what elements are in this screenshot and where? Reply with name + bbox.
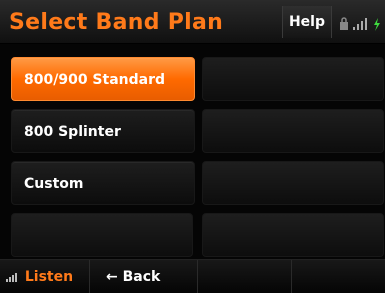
band-plan-option-custom[interactable]: Custom (11, 161, 195, 205)
listen-button[interactable]: Listen (0, 260, 90, 293)
empty-option-slot (202, 109, 384, 153)
battery-charge-icon (374, 18, 380, 31)
status-icon-group (340, 17, 380, 31)
signal-bars-icon (6, 273, 17, 282)
empty-option-slot (202, 161, 384, 205)
page-title: Select Band Plan (9, 10, 224, 35)
bottom-bar: Listen ← Back (0, 259, 385, 293)
band-plan-option-800-900-standard[interactable]: 800/900 Standard (11, 57, 195, 101)
empty-softkey (198, 260, 292, 293)
empty-option-slot (11, 213, 193, 257)
help-button[interactable]: Help (282, 6, 332, 38)
lock-icon (340, 17, 348, 30)
title-bar: Select Band Plan Help (0, 0, 385, 44)
back-button[interactable]: ← Back (90, 260, 198, 293)
listen-label: Listen (24, 269, 74, 285)
status-icons (339, 16, 383, 32)
signal-bars-icon (353, 18, 367, 30)
empty-option-slot (202, 57, 384, 101)
empty-option-slot (202, 213, 384, 257)
empty-softkey (292, 260, 385, 293)
band-plan-option-800-splinter[interactable]: 800 Splinter (11, 109, 195, 153)
